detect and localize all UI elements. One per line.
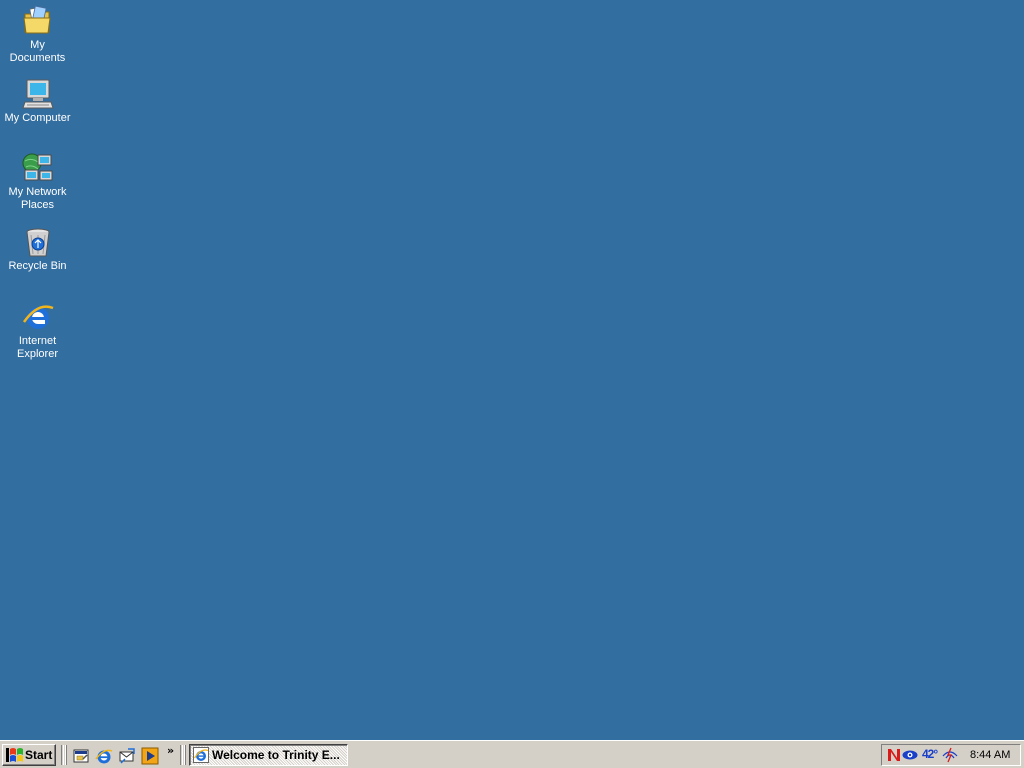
task-button-welcome-to-trinity[interactable]: Welcome to Trinity E... xyxy=(189,744,348,766)
wireless-icon[interactable] xyxy=(942,747,958,763)
desktop-icon-label: My Network Places xyxy=(8,186,67,211)
desktop-icon-my-network-places[interactable]: My Network Places xyxy=(0,151,75,212)
start-button-label: Start xyxy=(25,748,53,762)
desktop-icon-my-documents[interactable]: My Documents xyxy=(0,4,75,65)
temperature-indicator[interactable]: 42° xyxy=(922,747,938,761)
start-button[interactable]: Start xyxy=(2,744,56,766)
desktop-icon-recycle-bin[interactable]: Recycle Bin xyxy=(0,225,75,273)
task-button-label: Welcome to Trinity E... xyxy=(212,748,340,762)
desktop[interactable]: My Documents My Computer My Network Plac… xyxy=(0,0,1024,740)
taskbar: Start » Welcome to Trinity E... 42° 8:44… xyxy=(0,740,1024,768)
desktop-icon-label: My Computer xyxy=(4,112,71,124)
clock[interactable]: 8:44 AM xyxy=(970,749,1010,761)
outlook-express-icon[interactable] xyxy=(118,747,136,765)
weather-eye-icon[interactable] xyxy=(902,747,918,763)
windows-flag-icon xyxy=(6,748,23,762)
system-tray: 42° 8:44 AM xyxy=(881,744,1021,766)
desktop-icon-label: My Documents xyxy=(9,39,66,64)
recycle-bin-icon xyxy=(26,228,49,257)
quick-launch-more-button[interactable]: » xyxy=(167,744,174,757)
network-places-icon xyxy=(22,153,52,181)
computer-icon xyxy=(21,79,54,109)
toolbar-separator xyxy=(180,745,183,765)
show-desktop-icon[interactable] xyxy=(72,747,90,765)
internet-explorer-icon[interactable] xyxy=(95,747,113,765)
desktop-icon-label: Internet Explorer xyxy=(17,335,58,360)
desktop-icon-my-computer[interactable]: My Computer xyxy=(0,77,75,125)
folder-documents-icon xyxy=(22,5,51,34)
taskbar-grip[interactable] xyxy=(184,745,186,765)
internet-explorer-icon xyxy=(22,305,53,329)
quick-launch-grip[interactable] xyxy=(65,745,67,765)
desktop-icon-label: Recycle Bin xyxy=(8,260,67,272)
internet-explorer-icon xyxy=(193,747,209,763)
norton-icon[interactable] xyxy=(886,747,902,763)
media-player-icon[interactable] xyxy=(141,747,159,765)
toolbar-separator xyxy=(61,745,64,765)
desktop-icon-internet-explorer[interactable]: Internet Explorer xyxy=(0,300,75,361)
